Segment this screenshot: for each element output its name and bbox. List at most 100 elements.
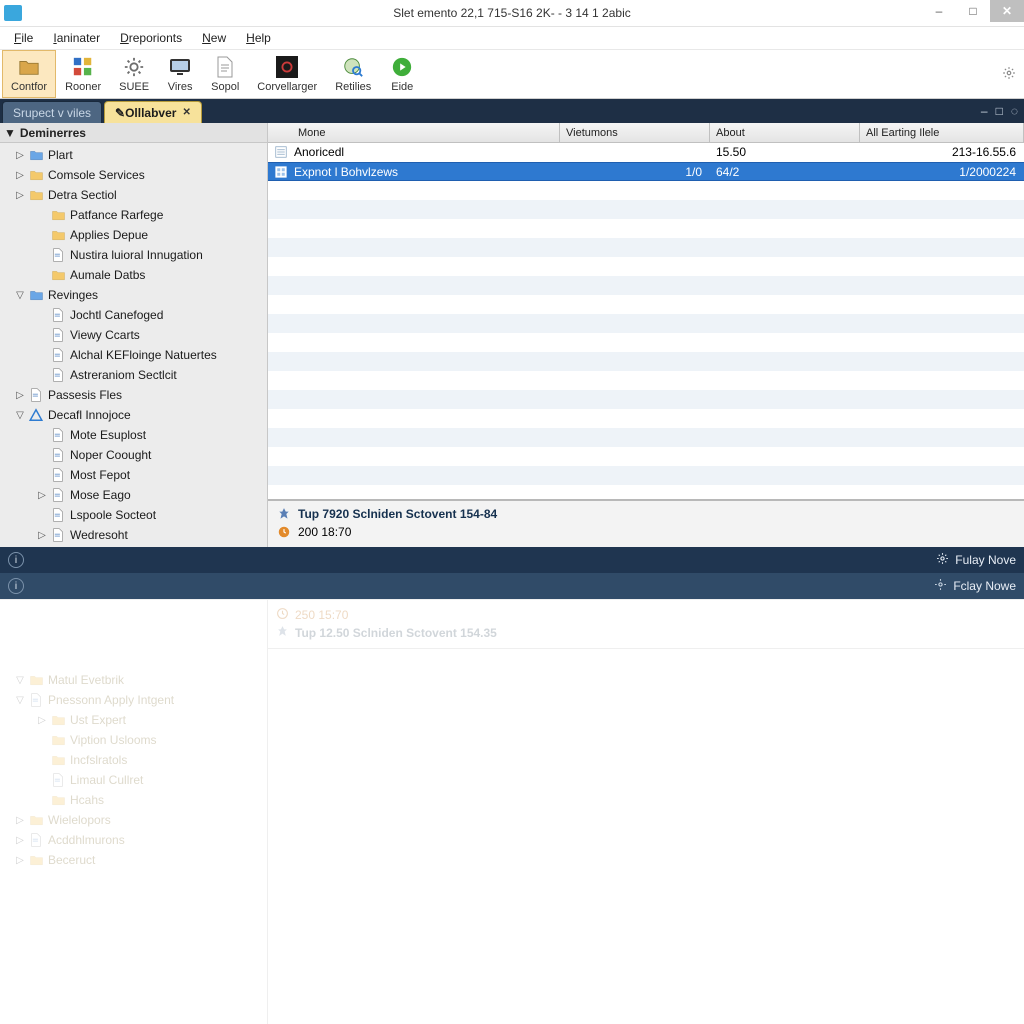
column-header-vietumons[interactable]: Vietumons — [560, 123, 710, 142]
expander-icon[interactable]: ▷ — [36, 530, 48, 541]
tree-node[interactable]: Patfance Rarfege — [0, 205, 267, 225]
toolbar-suee[interactable]: SUEE — [110, 50, 158, 98]
tree-node[interactable]: ▷ Passesis Fles — [0, 385, 267, 405]
tree-node[interactable]: Astreraniom Sectlcit — [0, 365, 267, 385]
grid-body[interactable]: Anoricedl15.50213-16.55.6Expnot l Bohvlz… — [268, 143, 1024, 499]
folderblue-icon — [28, 287, 44, 303]
tree-node-label: Patfance Rarfege — [70, 208, 163, 222]
gear-icon — [122, 55, 146, 79]
detail-clock-icon — [276, 524, 292, 540]
tree-node[interactable]: ▷Acddhlmurons — [0, 830, 267, 850]
info-icon[interactable]: i — [8, 552, 24, 568]
tree-node[interactable]: ▷Comsole Services — [0, 165, 267, 185]
tree-node[interactable]: ▷Ust Expert — [0, 710, 267, 730]
info-icon[interactable]: i — [8, 578, 24, 594]
tree-node[interactable]: Viewy Ccarts — [0, 325, 267, 345]
tree-node[interactable]: Applies Depue — [0, 225, 267, 245]
tree-node[interactable]: ▽Matul Evetbrik — [0, 670, 267, 690]
menu-new[interactable]: New — [192, 29, 236, 47]
tree-node[interactable]: ▷Detra Sectiol — [0, 185, 267, 205]
column-header-earting[interactable]: All Earting Ilele — [860, 123, 1024, 142]
table-row[interactable]: Anoricedl15.50213-16.55.6 — [268, 143, 1024, 162]
tab-restore-icon[interactable]: □ — [996, 104, 1003, 118]
tree-node[interactable]: Jochtl Canefoged — [0, 305, 267, 325]
tree-node[interactable]: Limaul Cullret — [0, 770, 267, 790]
tree-node[interactable]: Most Fepot — [0, 465, 267, 485]
status-gear-icon[interactable] — [934, 578, 947, 594]
tree-node[interactable]: Nustira luioral Innugation — [0, 245, 267, 265]
folder-icon — [50, 207, 66, 223]
tree-node[interactable]: ▷Wielelopors — [0, 810, 267, 830]
tree-node-label: Hcahs — [70, 793, 104, 807]
toolbar-contfor[interactable]: Contfor — [2, 50, 56, 98]
tree-node-label: Decafl Innojoce — [48, 408, 131, 422]
tree-node[interactable]: Noper Coought — [0, 445, 267, 465]
tree-node[interactable]: ▽Pnessonn Apply Intgent — [0, 690, 267, 710]
status-right-label[interactable]: Fulay Nove — [955, 553, 1016, 567]
tree-node[interactable]: ▽ Decafl Innojoce — [0, 405, 267, 425]
tab-srupect-v-viles[interactable]: Srupect v viles — [2, 101, 102, 123]
tree-node[interactable]: Incfslratols — [0, 750, 267, 770]
expander-icon[interactable]: ▽ — [14, 675, 26, 686]
doc-icon — [50, 367, 66, 383]
doc-icon — [50, 307, 66, 323]
menu-file[interactable]: File — [4, 29, 43, 47]
expander-icon[interactable]: ▽ — [14, 290, 26, 301]
tree-node-label: Most Fepot — [70, 468, 130, 482]
menu-help[interactable]: Help — [236, 29, 281, 47]
toolbar-sopol[interactable]: Sopol — [202, 50, 248, 98]
column-header-about[interactable]: About — [710, 123, 860, 142]
menu-dreporionts[interactable]: Dreporionts — [110, 29, 192, 47]
tree-node[interactable]: Alchal KEFloinge Natuertes — [0, 345, 267, 365]
tree-node-label: Revinges — [48, 288, 98, 302]
tree-node[interactable]: ▷Mose Eago — [0, 485, 267, 505]
toolbar-vires[interactable]: Vires — [158, 50, 202, 98]
tree-node-label: Alchal KEFloinge Natuertes — [70, 348, 217, 362]
menubar: FileIaninaterDreporiontsNewHelp — [0, 27, 1024, 49]
doc-icon — [50, 247, 66, 263]
delta-icon — [28, 407, 44, 423]
tab-close-icon[interactable]: ✕ — [182, 107, 190, 118]
tree-node[interactable]: Aumale Datbs — [0, 265, 267, 285]
folder-icon — [28, 167, 44, 183]
tree-node[interactable]: ▽ Revinges — [0, 285, 267, 305]
expander-icon[interactable]: ▷ — [14, 815, 26, 826]
toolbar-retilies[interactable]: Retilies — [326, 50, 380, 98]
status-right-label-2[interactable]: Fclay Nowe — [953, 579, 1016, 593]
menu-ianinater[interactable]: Ianinater — [43, 29, 110, 47]
expander-icon[interactable]: ▽ — [14, 695, 26, 706]
tree-node[interactable]: ▷Beceruct — [0, 850, 267, 870]
tab-olllabver[interactable]: ✎ Olllabver✕ — [104, 101, 202, 123]
lower-sidebar: ▽Matul Evetbrik▽Pnessonn Apply Intgent▷U… — [0, 600, 268, 1024]
tree-node[interactable]: Mote Esuplost — [0, 425, 267, 445]
tab-minimize-icon[interactable]: – — [981, 104, 988, 118]
toolbar-corvellarger[interactable]: Corvellarger — [248, 50, 326, 98]
expander-icon[interactable]: ▷ — [14, 170, 26, 181]
expander-icon[interactable]: ▷ — [14, 835, 26, 846]
tree-node[interactable]: ▷Plart — [0, 145, 267, 165]
table-row[interactable]: Expnot l Bohvlzews1/064/21/2000224 — [268, 162, 1024, 181]
expander-icon[interactable]: ▽ — [14, 410, 26, 421]
toolbar-rooner[interactable]: Rooner — [56, 50, 110, 98]
expander-icon[interactable]: ▷ — [36, 490, 48, 501]
tree-node[interactable]: ▷Wedresoht — [0, 525, 267, 545]
tree-node[interactable]: Lspoole Socteot — [0, 505, 267, 525]
tree-node[interactable]: Hcahs — [0, 790, 267, 810]
toolbar-eide[interactable]: Eide — [380, 50, 424, 98]
toolbar-settings-icon[interactable] — [1002, 66, 1016, 83]
doc-icon — [50, 327, 66, 343]
tree-node[interactable]: Viption Uslooms — [0, 730, 267, 750]
folder-icon — [50, 732, 66, 748]
tab-options-icon[interactable]: ◌ — [1011, 104, 1018, 118]
folder-icon — [50, 227, 66, 243]
expander-icon[interactable]: ▷ — [14, 390, 26, 401]
status-gear-icon[interactable] — [936, 552, 949, 568]
expander-icon[interactable]: ▷ — [14, 190, 26, 201]
expander-icon[interactable]: ▷ — [14, 855, 26, 866]
expander-icon[interactable]: ▷ — [36, 715, 48, 726]
column-header-mone[interactable]: Mone — [268, 123, 560, 142]
sidebar-header[interactable]: ▼ Deminerres — [0, 123, 267, 143]
expander-icon[interactable]: ▷ — [14, 150, 26, 161]
dark-gear-icon — [275, 55, 299, 79]
tree-node-label: Passesis Fles — [48, 388, 122, 402]
